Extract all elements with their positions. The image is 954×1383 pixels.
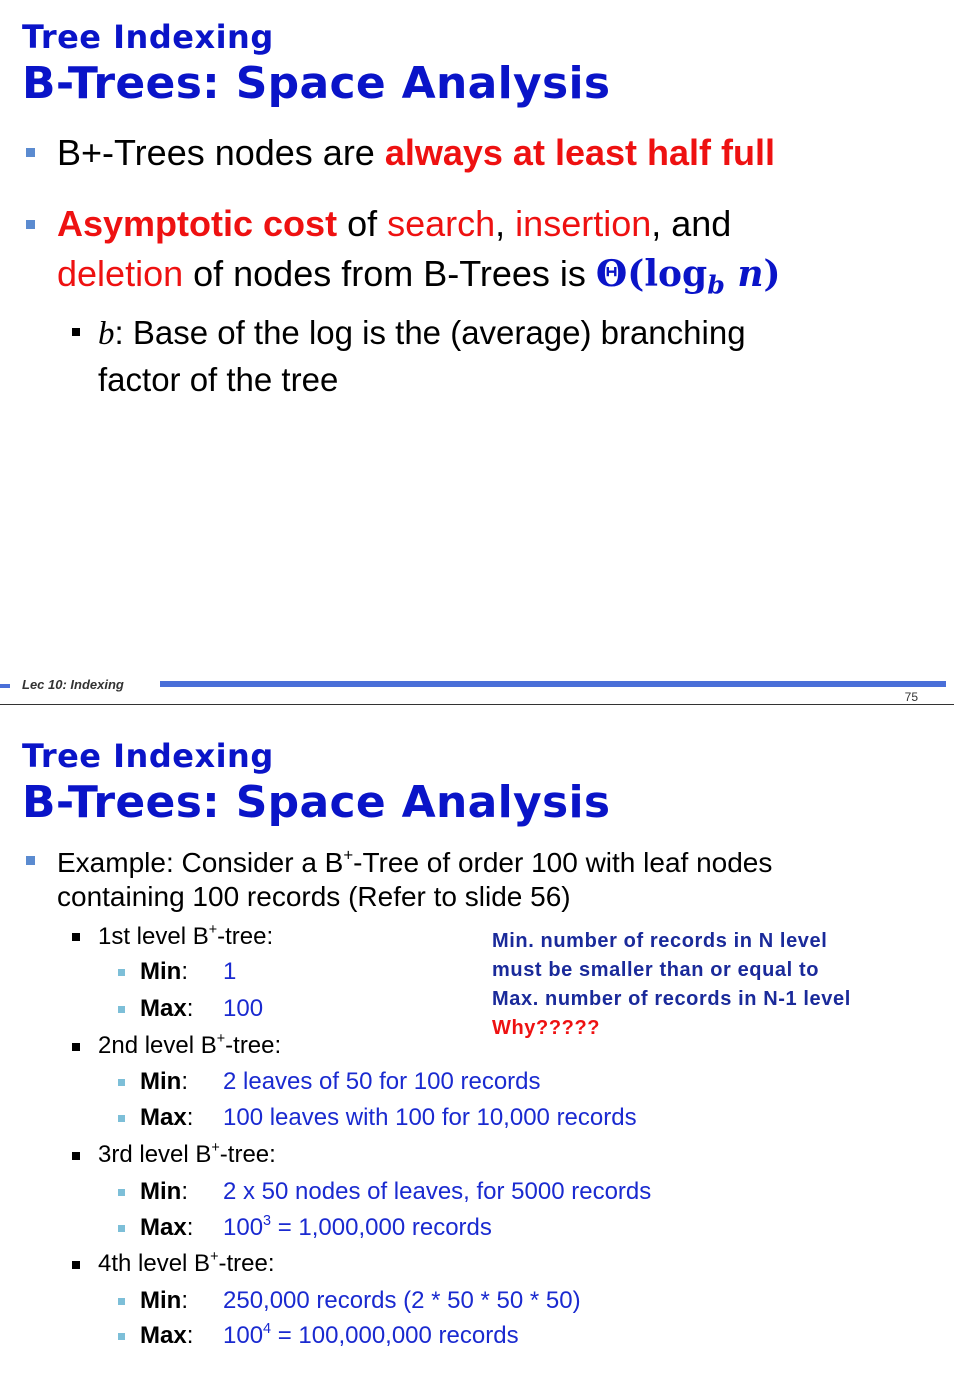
slide-title: B-Trees: Space Analysis (22, 777, 611, 828)
theta-log-formula: Θ(logb n) (595, 253, 781, 300)
sub-bullet-square-icon (72, 933, 80, 941)
level-3-max: Max: (140, 1214, 194, 1241)
bullet-branching-factor: b: Base of the log is the (average) bran… (98, 314, 746, 398)
level-2-heading: 2nd level B+-tree: (98, 1030, 282, 1059)
bullet-square-icon (26, 148, 35, 157)
slide-subtitle: Tree Indexing (22, 737, 274, 775)
level-4-max-value: 1004 = 100,000,000 records (223, 1320, 519, 1349)
level-4-min-value: 250,000 records (2 * 50 * 50 * 50) (223, 1287, 581, 1314)
footer-bar (160, 681, 946, 687)
level-2-max: Max: (140, 1104, 194, 1131)
footer-accent (0, 684, 10, 688)
bullet-asymptotic-cost: Asymptotic cost of search, insertion, an… (57, 203, 781, 300)
slide-divider (0, 704, 954, 705)
level-1-heading: 1st level B+-tree: (98, 921, 274, 950)
sub-bullet-square-icon (72, 328, 80, 336)
level-4-heading: 4th level B+-tree: (98, 1248, 275, 1277)
slide-title: B-Trees: Space Analysis (22, 58, 611, 109)
level-3-max-value: 1003 = 1,000,000 records (223, 1212, 492, 1241)
note-min-max-rule: Min. number of records in N level must b… (492, 930, 851, 1039)
sub-sub-bullet-square-icon (118, 1225, 125, 1232)
sub-sub-bullet-square-icon (118, 969, 125, 976)
sub-sub-bullet-square-icon (118, 1079, 125, 1086)
level-3-min-value: 2 x 50 nodes of leaves, for 5000 records (223, 1178, 652, 1205)
sub-sub-bullet-square-icon (118, 1006, 125, 1013)
level-1-max-value: 100 (223, 995, 264, 1022)
slide-subtitle: Tree Indexing (22, 18, 274, 56)
bullet-half-full: B+-Trees nodes are always at least half … (57, 132, 775, 173)
slide-75: Tree Indexing B-Trees: Space Analysis B+… (0, 0, 954, 705)
level-2-min: Min: (140, 1068, 188, 1095)
level-2-max-value: 100 leaves with 100 for 10,000 records (223, 1104, 637, 1131)
bullet-square-icon (26, 220, 35, 229)
bullet-square-icon (26, 856, 35, 865)
sub-sub-bullet-square-icon (118, 1298, 125, 1305)
level-1-min: Min: (140, 958, 188, 985)
footer-lecture: Lec 10: Indexing (22, 677, 124, 692)
level-4-max: Max: (140, 1322, 194, 1349)
sub-bullet-square-icon (72, 1152, 80, 1160)
sub-bullet-square-icon (72, 1043, 80, 1051)
page-number: 75 (904, 690, 918, 704)
level-3-heading: 3rd level B+-tree: (98, 1139, 276, 1168)
sub-bullet-square-icon (72, 1261, 80, 1269)
level-1-max: Max: (140, 995, 194, 1022)
level-4-min: Min: (140, 1287, 188, 1314)
level-1-min-value: 1 (223, 958, 237, 985)
bullet-example: Example: Consider a B+-Tree of order 100… (57, 845, 773, 912)
sub-sub-bullet-square-icon (118, 1115, 125, 1122)
level-3-min: Min: (140, 1178, 188, 1205)
level-2-min-value: 2 leaves of 50 for 100 records (223, 1068, 541, 1095)
sub-sub-bullet-square-icon (118, 1189, 125, 1196)
sub-sub-bullet-square-icon (118, 1333, 125, 1340)
